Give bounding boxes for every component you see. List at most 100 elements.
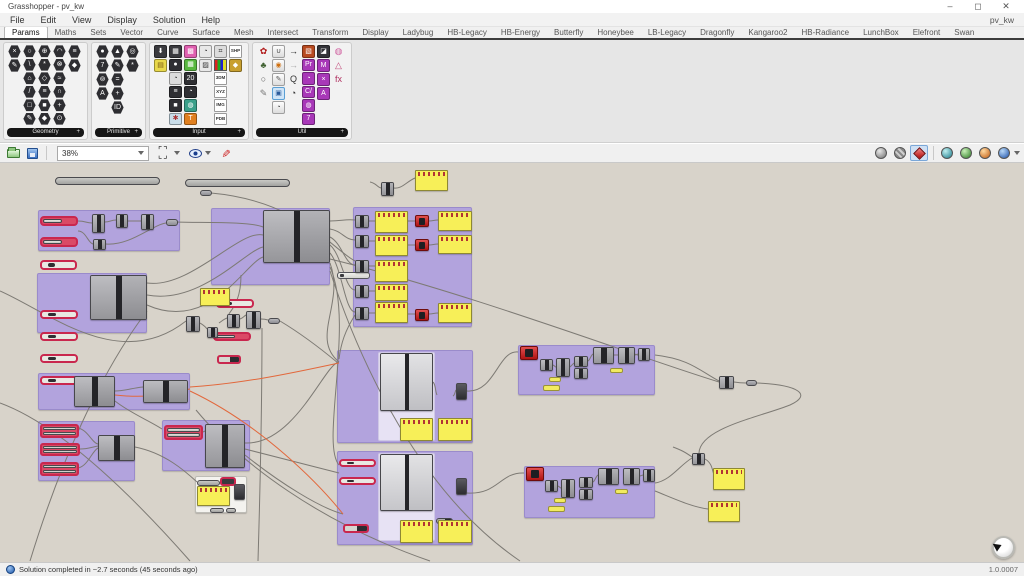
component-icon[interactable]: ×	[8, 45, 21, 58]
panel-node[interactable]	[375, 235, 408, 256]
zoom-extents-button[interactable]	[155, 145, 173, 161]
component-icon[interactable]: ▨	[199, 59, 212, 72]
slider-node[interactable]	[343, 524, 369, 533]
component-icon[interactable]	[214, 59, 227, 72]
slider-node[interactable]	[337, 272, 370, 279]
component-node[interactable]	[227, 314, 240, 328]
tab-surface[interactable]: Surface	[185, 27, 227, 38]
slider-node[interactable]	[55, 177, 160, 185]
tab-swan[interactable]: Swan	[947, 27, 981, 38]
component-icon[interactable]: ✱	[169, 113, 182, 126]
component-icon[interactable]: ⬇	[154, 45, 167, 58]
component-icon[interactable]: ◆	[68, 59, 81, 72]
component-icon[interactable]: ID	[111, 101, 124, 114]
component-icon[interactable]: ◔	[287, 87, 300, 100]
component-icon[interactable]: PDB	[214, 113, 227, 126]
slider-node[interactable]	[40, 310, 78, 319]
wire-capsule-param[interactable]	[166, 219, 178, 226]
tab-intersect[interactable]: Intersect	[261, 27, 306, 38]
menu-solution[interactable]: Solution	[153, 15, 186, 25]
component-icon[interactable]: ✎	[23, 113, 36, 126]
panel-node[interactable]	[438, 235, 472, 254]
component-icon[interactable]: SHP	[229, 45, 242, 58]
display-mode-dropdown-icon[interactable]	[1014, 151, 1020, 155]
component-icon[interactable]: ■	[169, 99, 182, 112]
component-icon[interactable]: ◪	[317, 45, 330, 58]
mini-panel-node[interactable]	[543, 385, 560, 391]
component-icon[interactable]: ⊕	[38, 45, 51, 58]
panel-node[interactable]	[375, 211, 408, 233]
tab-hb-legacy[interactable]: HB-Legacy	[440, 27, 494, 38]
component-node[interactable]	[90, 275, 147, 320]
sketch-tool-button[interactable]: ✎	[217, 145, 235, 161]
component-node[interactable]	[574, 356, 588, 367]
display-mode-3-button[interactable]	[976, 145, 994, 161]
component-node[interactable]	[561, 479, 575, 498]
component-icon[interactable]: Pr	[302, 59, 315, 72]
component-node[interactable]	[618, 347, 635, 364]
component-node[interactable]	[355, 307, 369, 320]
canvas-compass-widget[interactable]	[992, 536, 1015, 559]
panel-node[interactable]	[438, 211, 472, 231]
component-node[interactable]	[98, 435, 135, 461]
wire-capsule-param[interactable]	[746, 380, 757, 386]
panel-node[interactable]	[438, 418, 472, 441]
component-icon[interactable]: ◍	[332, 45, 345, 58]
component-icon[interactable]: ◍	[184, 99, 197, 112]
component-icon[interactable]: Q	[287, 73, 300, 86]
component-icon[interactable]: ✎	[272, 73, 285, 86]
slider-node[interactable]	[40, 424, 79, 438]
component-icon[interactable]: ✎	[111, 59, 124, 72]
component-icon[interactable]: ◇	[38, 72, 51, 85]
component-icon[interactable]: ●	[169, 59, 182, 72]
tab-kangaroo2[interactable]: Kangaroo2	[741, 27, 794, 38]
component-icon[interactable]: ≡	[38, 86, 51, 99]
component-node[interactable]	[545, 480, 558, 492]
component-icon[interactable]: 3DM	[214, 72, 227, 85]
component-node[interactable]	[74, 376, 115, 407]
component-node[interactable]	[638, 348, 650, 361]
mini-panel-node[interactable]	[610, 368, 623, 373]
slider-node[interactable]	[40, 237, 78, 247]
component-icon[interactable]: /	[23, 86, 36, 99]
component-node[interactable]	[456, 383, 467, 400]
maximize-button[interactable]: ◻	[964, 0, 992, 13]
tab-maths[interactable]: Maths	[48, 27, 84, 38]
component-icon[interactable]: ◔	[272, 101, 285, 114]
component-icon[interactable]: fx	[332, 73, 345, 86]
component-icon[interactable]: ≈	[53, 72, 66, 85]
slider-node[interactable]	[339, 459, 376, 467]
tab-curve[interactable]: Curve	[150, 27, 185, 38]
tab-elefront[interactable]: Elefront	[906, 27, 948, 38]
component-node[interactable]	[207, 327, 218, 338]
component-icon[interactable]: ◔	[169, 72, 182, 85]
component-node[interactable]	[205, 424, 245, 468]
component-node[interactable]	[355, 215, 369, 228]
wire-capsule-param[interactable]	[268, 318, 280, 324]
component-node[interactable]	[623, 468, 640, 485]
tab-lb-legacy[interactable]: LB-Legacy	[641, 27, 693, 38]
menu-view[interactable]: View	[72, 15, 91, 25]
tab-ladybug[interactable]: Ladybug	[396, 27, 441, 38]
component-icon[interactable]: ✎	[257, 87, 270, 100]
component-icon[interactable]: A	[317, 87, 330, 100]
preview-dropdown-icon[interactable]	[205, 151, 211, 155]
tab-dragonfly[interactable]: Dragonfly	[693, 27, 741, 38]
boolean-toggle-node[interactable]	[415, 215, 429, 227]
component-icon[interactable]: ▦	[184, 59, 197, 72]
zoom-level-select[interactable]: 38%	[57, 146, 149, 161]
component-icon[interactable]: ●	[96, 45, 109, 58]
slider-node[interactable]	[185, 179, 290, 187]
boolean-toggle-node[interactable]	[415, 309, 429, 321]
component-icon[interactable]: \	[23, 59, 36, 72]
component-icon[interactable]: ◆	[38, 113, 51, 126]
component-icon[interactable]: ◠	[53, 45, 66, 58]
component-node[interactable]	[380, 353, 433, 411]
component-node[interactable]	[540, 359, 553, 371]
mini-panel-node[interactable]	[548, 506, 565, 512]
component-node[interactable]	[93, 239, 106, 250]
menu-file[interactable]: File	[10, 15, 25, 25]
tab-hb-energy[interactable]: HB-Energy	[494, 27, 547, 38]
component-node[interactable]	[92, 214, 105, 233]
component-icon[interactable]: ≡	[169, 86, 182, 99]
